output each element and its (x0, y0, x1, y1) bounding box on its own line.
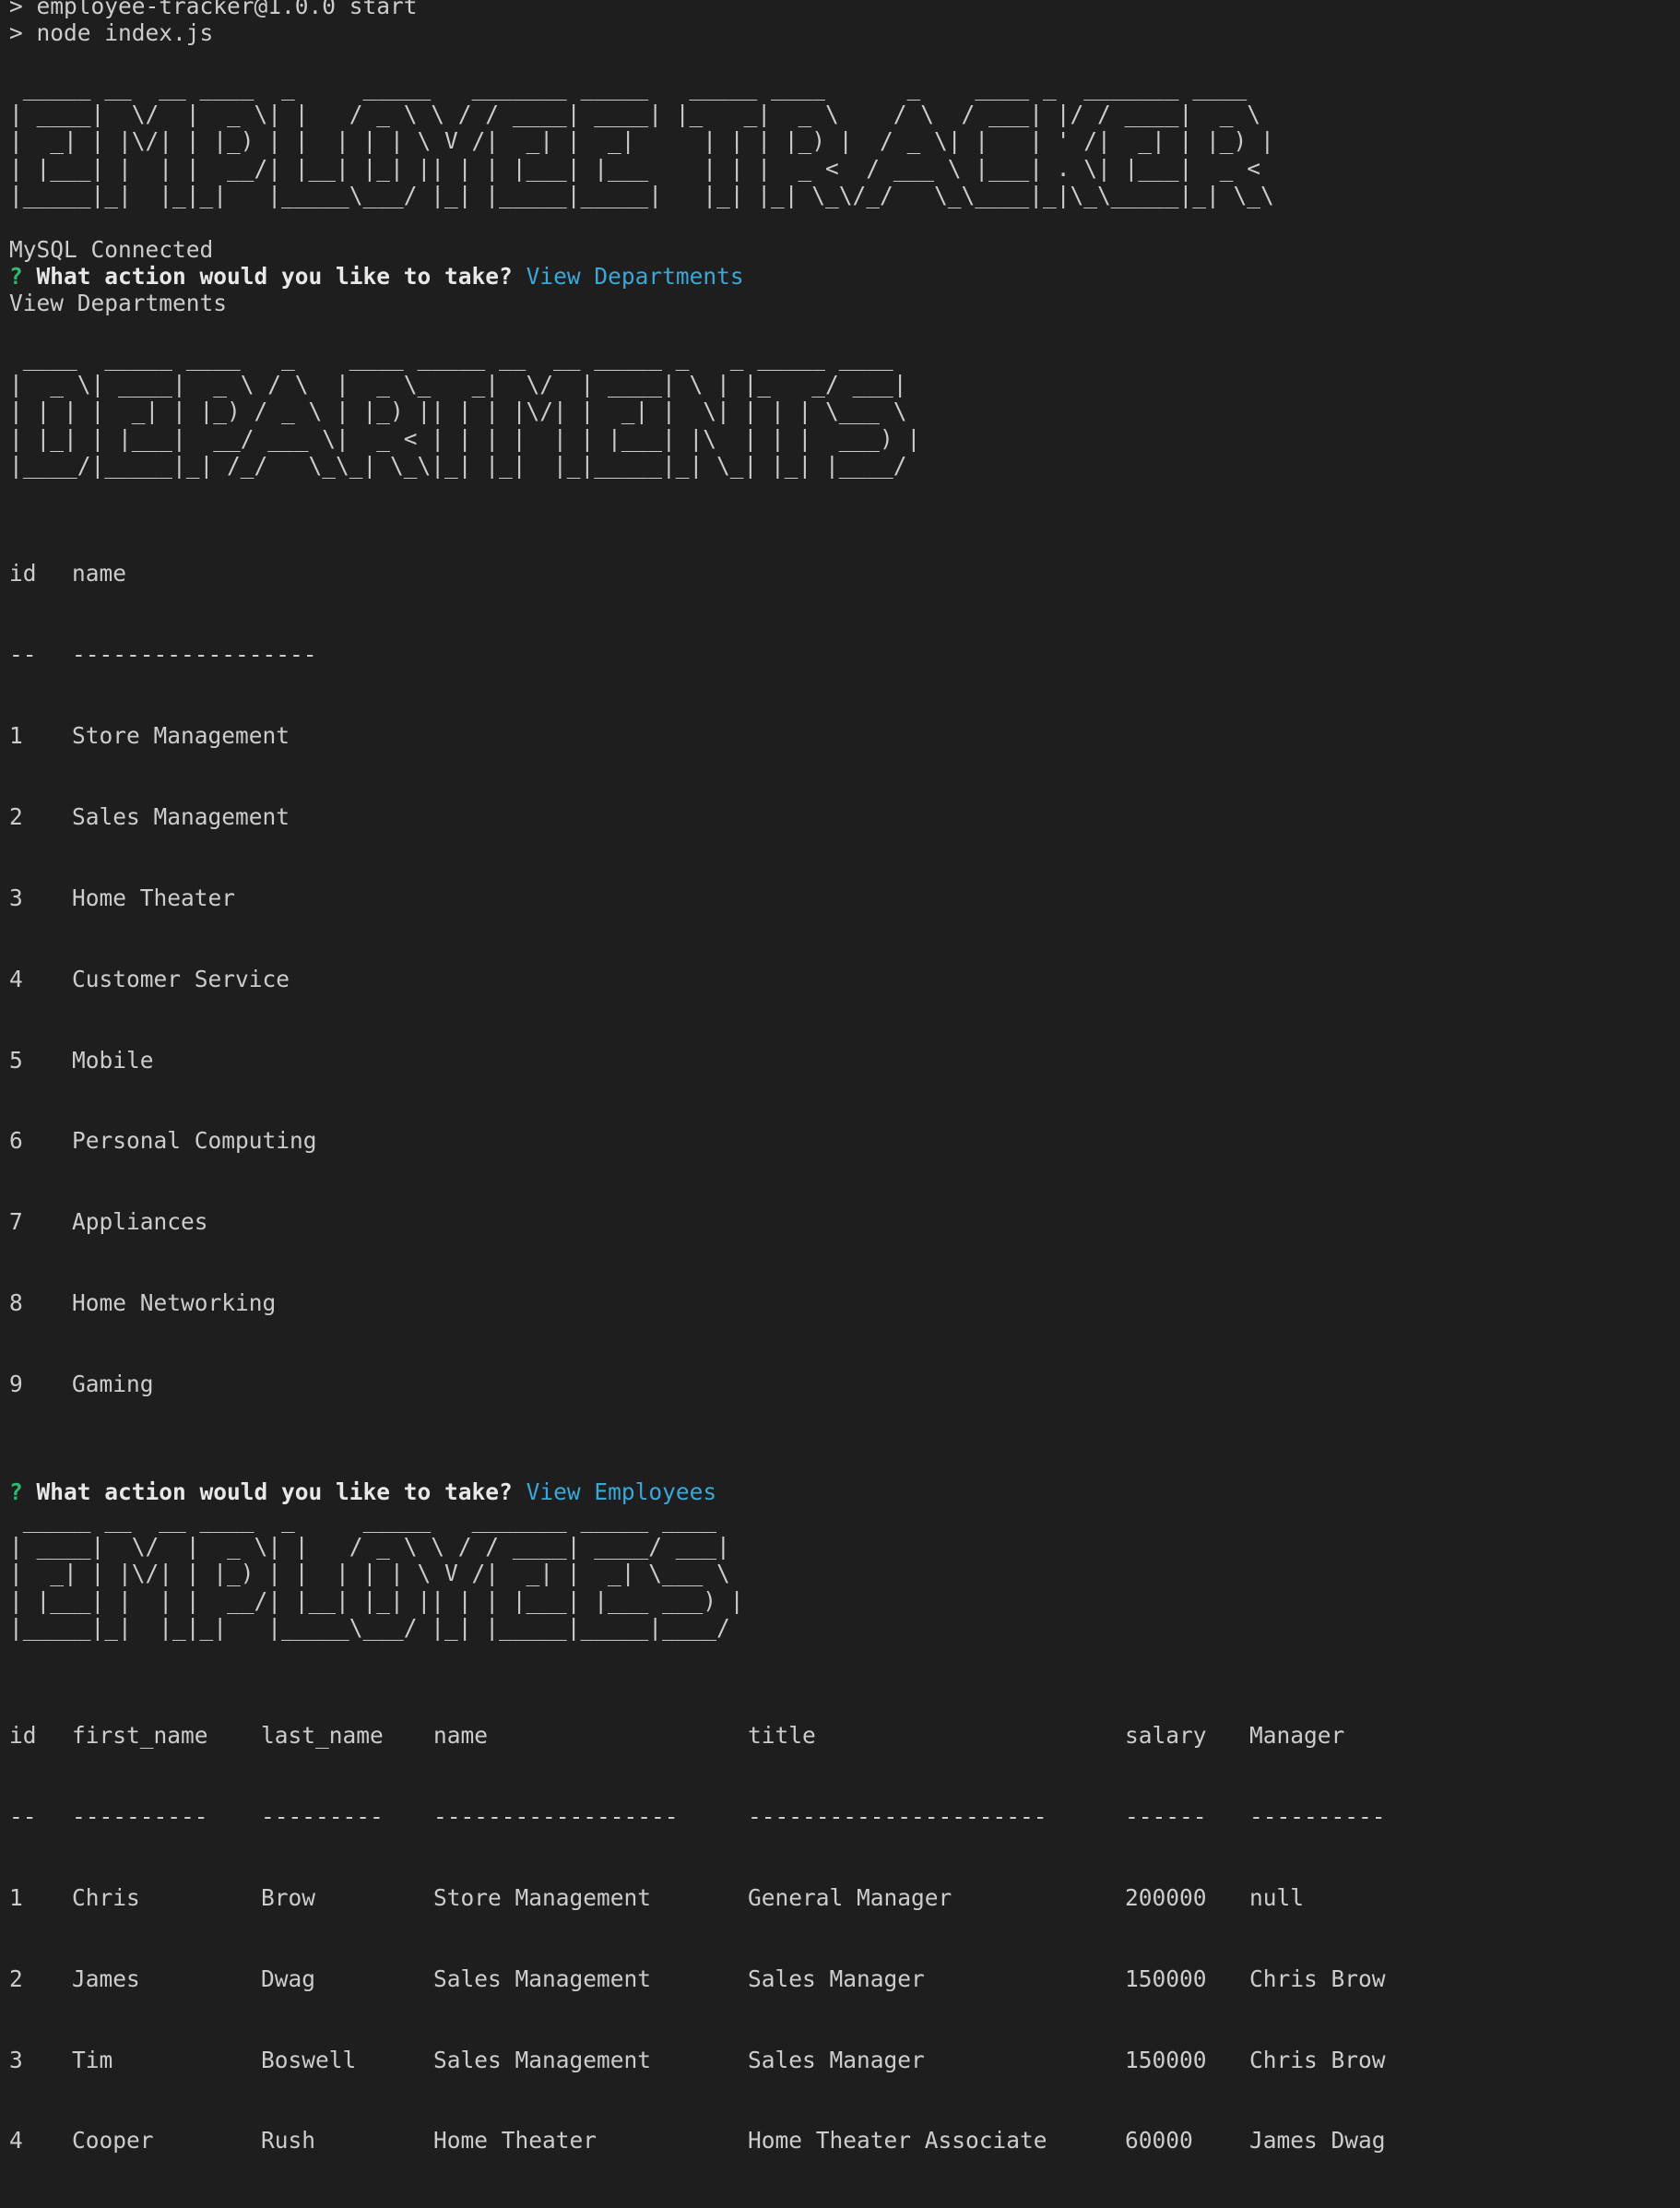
employee-id: 2 (9, 1965, 23, 1992)
table-row: 6 Personal Computing (9, 1127, 1669, 1154)
employee-first-name: Chris (72, 1883, 140, 1911)
department-name: Customer Service (72, 965, 290, 992)
column-header: name (72, 560, 127, 588)
table-row: 9 Gaming (9, 1371, 1669, 1397)
department-id: 7 (9, 1208, 23, 1236)
table-header-row: id name (9, 560, 1669, 587)
employee-manager: null (1249, 1883, 1305, 1911)
table-row: 7 Appliances (9, 1208, 1669, 1235)
employee-manager: Chris Brow (1249, 1965, 1386, 1992)
table-divider-row: -- ---------- --------- ------------------ -… (9, 1803, 1669, 1830)
column-header: first_name (72, 1722, 208, 1749)
column-divider: -- (9, 641, 37, 669)
selected-action-echo: View Departments (9, 290, 228, 317)
employee-salary: 60000 (1125, 2127, 1193, 2155)
prompt-answer: View Departments (526, 262, 744, 290)
column-divider: ---------- (1249, 1802, 1386, 1830)
table-row: 5 Mobile (9, 1047, 1669, 1074)
action-prompt-departments: ? What action would you like to take? Vi… (9, 263, 1669, 290)
department-id: 4 (9, 965, 23, 992)
employee-title: Home Theater Associate (748, 2127, 1047, 2155)
action-prompt-employees: ? What action would you like to take? Vi… (9, 1478, 1669, 1505)
employee-department: Sales Management (433, 2046, 652, 2073)
employee-tracker-banner: _____ __ __ ____ _ _____ _______ _____ _… (9, 73, 1274, 209)
table-row: 1 Chris Brow Store Management General Manage… (9, 1884, 1669, 1911)
table-row: 3 Home Theater (9, 884, 1669, 911)
employee-salary: 150000 (1125, 2046, 1207, 2073)
employee-last-name: Dwag (261, 1965, 316, 1992)
table-row: 4 Customer Service (9, 966, 1669, 992)
table-row: 3 Tim Boswell Sales Management Sales Manager… (9, 2047, 1669, 2073)
department-name: Sales Management (72, 802, 290, 830)
employee-id: 3 (9, 2046, 23, 2073)
employee-first-name: Cooper (72, 2127, 154, 2155)
employee-id: 4 (9, 2127, 23, 2155)
employee-manager: James Dwag (1249, 2127, 1386, 2155)
terminal-output[interactable]: > employee-tracker@1.0.0 start > node in… (9, 0, 1669, 2208)
column-header: title (748, 1722, 816, 1749)
departments-banner: ____ _____ ____ _ ____ _____ __ __ _____… (9, 343, 921, 480)
department-name: Personal Computing (72, 1127, 317, 1155)
column-divider: ---------- (72, 1802, 208, 1830)
mysql-status-line: MySQL Connected (9, 235, 214, 263)
prompt-question-text: What action would you like to take? (36, 1478, 513, 1506)
employee-first-name: James (72, 1965, 140, 1992)
employees-banner: _____ __ __ ____ _ _____ _______ _____ _… (9, 1505, 744, 1641)
employee-manager: Chris Brow (1249, 2046, 1386, 2073)
employee-last-name: Rush (261, 2127, 316, 2155)
department-id: 6 (9, 1127, 23, 1155)
column-divider: ------ (1125, 1802, 1207, 1830)
employee-id: 1 (9, 1883, 23, 1911)
employee-department: Store Management (433, 1883, 652, 1911)
department-id: 2 (9, 802, 23, 830)
department-name: Home Theater (72, 884, 236, 911)
department-name: Store Management (72, 722, 290, 750)
npm-start-line: > employee-tracker@1.0.0 start (9, 0, 418, 19)
column-header: name (433, 1722, 489, 1749)
prompt-question-mark: ? (9, 262, 23, 290)
column-header: salary (1125, 1722, 1207, 1749)
employee-first-name: Tim (72, 2046, 113, 2073)
column-header: last_name (261, 1722, 384, 1749)
column-divider: --------- (261, 1802, 384, 1830)
table-row: 2 James Dwag Sales Management Sales Manager 1… (9, 1965, 1669, 1992)
table-row: 1 Store Management (9, 722, 1669, 749)
department-id: 3 (9, 884, 23, 911)
node-command-line: > node index.js (9, 19, 214, 47)
employee-title: Sales Manager (748, 1965, 925, 1992)
column-divider: ------------------ (72, 641, 317, 669)
department-id: 9 (9, 1371, 23, 1398)
column-divider: ------------------ (433, 1802, 679, 1830)
table-row: 2 Sales Management (9, 803, 1669, 830)
department-id: 1 (9, 722, 23, 750)
employee-department: Sales Management (433, 1965, 652, 1992)
table-row: 4 Cooper Rush Home Theater Home Theater Asso… (9, 2127, 1669, 2154)
employee-title: General Manager (748, 1883, 952, 1911)
prompt-question-mark: ? (9, 1478, 23, 1506)
department-name: Mobile (72, 1046, 154, 1074)
column-header: id (9, 560, 37, 588)
department-name: Home Networking (72, 1289, 277, 1317)
employee-last-name: Boswell (261, 2046, 357, 2073)
departments-table: id name -- ------------------ 1 Store Manag… (9, 506, 1669, 1452)
employees-table: id first_name last_name name title salary Mana… (9, 1668, 1669, 2208)
employee-last-name: Brow (261, 1883, 316, 1911)
employee-salary: 200000 (1125, 1883, 1207, 1911)
department-name: Appliances (72, 1208, 208, 1236)
employee-salary: 150000 (1125, 1965, 1207, 1992)
column-divider: -- (9, 1802, 37, 1830)
department-name: Gaming (72, 1371, 154, 1398)
column-header: id (9, 1722, 37, 1749)
table-row: 8 Home Networking (9, 1289, 1669, 1316)
table-divider-row: -- ------------------ (9, 641, 1669, 668)
column-header: Manager (1249, 1722, 1345, 1749)
prompt-question-text: What action would you like to take? (36, 262, 513, 290)
column-divider: ---------------------- (748, 1802, 1047, 1830)
table-header-row: id first_name last_name name title salary Mana… (9, 1722, 1669, 1749)
prompt-answer: View Employees (526, 1478, 717, 1506)
department-id: 5 (9, 1046, 23, 1074)
department-id: 8 (9, 1289, 23, 1317)
employee-department: Home Theater (433, 2127, 597, 2155)
employee-title: Sales Manager (748, 2046, 925, 2073)
